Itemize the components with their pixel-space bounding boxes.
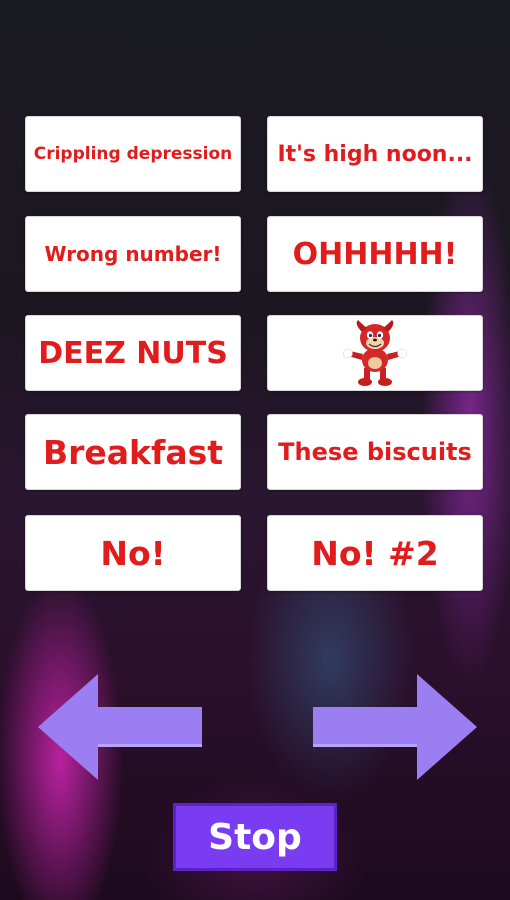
sound-button-label: DEEZ NUTS [38,335,228,371]
sound-button-label: No! #2 [311,533,439,573]
sound-button-label: Wrong number! [44,242,222,266]
stop-button[interactable]: Stop [173,803,337,871]
sound-button-label: It's high noon... [277,141,473,167]
sound-button-label: Crippling depression [33,144,233,164]
sound-button-no-2[interactable]: No! #2 [267,515,483,591]
sound-button-crippling-depression[interactable]: Crippling depression [25,116,241,192]
sound-button-knuckles[interactable] [267,315,483,391]
stop-button-label: Stop [208,816,302,858]
sound-button-grid: Crippling depression It's high noon... W… [0,0,510,600]
left-arrow-icon[interactable] [36,672,204,782]
sound-button-label: No! [100,533,166,573]
sound-button-ohhhhh[interactable]: OHHHHH! [267,216,483,292]
sound-button-label: OHHHHH! [292,236,458,272]
sound-button-breakfast[interactable]: Breakfast [25,414,241,490]
sound-button-these-biscuits[interactable]: These biscuits [267,414,483,490]
sound-button-label: Breakfast [42,432,224,472]
sound-button-wrong-number[interactable]: Wrong number! [25,216,241,292]
sound-button-deez-nuts[interactable]: DEEZ NUTS [25,315,241,391]
sound-button-no[interactable]: No! [25,515,241,591]
sound-button-high-noon[interactable]: It's high noon... [267,116,483,192]
right-arrow-icon[interactable] [311,672,479,782]
knuckles-character-icon [343,320,407,386]
sound-button-label: These biscuits [278,438,472,466]
